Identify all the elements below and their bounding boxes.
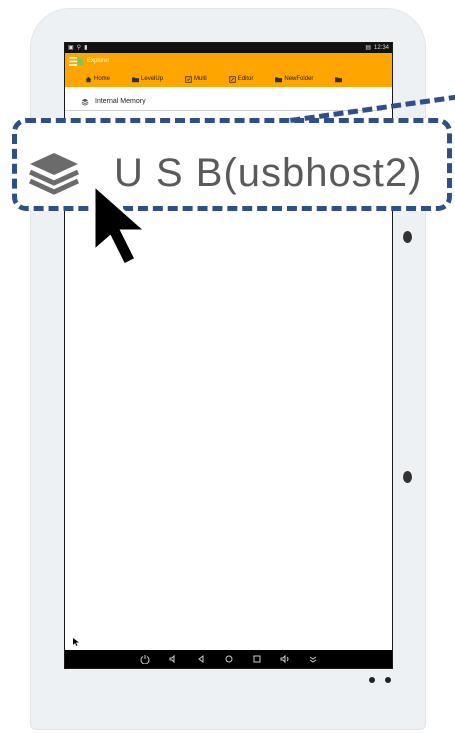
toolbar: Home LevelUp Multi Editor NewFolder: [65, 71, 392, 87]
app-title: Explorer: [87, 58, 110, 64]
new-folder-icon: [275, 76, 283, 82]
volume-down-icon[interactable]: [168, 654, 178, 664]
toolbar-editor-button[interactable]: Editor: [228, 75, 254, 83]
app-bar: Explorer: [65, 53, 392, 71]
toolbar-home-button[interactable]: Home: [85, 76, 110, 83]
folder-up-icon: [132, 76, 140, 82]
home-circle-icon[interactable]: [224, 654, 234, 664]
multi-select-icon: [185, 75, 192, 83]
sensor-dot-left: [369, 677, 375, 683]
edit-icon: [228, 75, 236, 83]
usb-storage-label: U S B(usbhost2): [114, 150, 423, 195]
signal-icon: ⚲: [76, 45, 82, 51]
toolbar-levelup-label: LevelUp: [141, 76, 164, 82]
volume-up-icon[interactable]: [280, 654, 290, 664]
home-icon: [85, 76, 92, 82]
sensor-dot-right: [385, 677, 391, 683]
side-button-bottom: [403, 471, 412, 483]
image-icon: ▣: [68, 45, 74, 51]
toolbar-overflow-button[interactable]: [335, 76, 343, 83]
zoomed-usb-item[interactable]: U S B(usbhost2): [28, 143, 422, 203]
app-menu-icon[interactable]: [69, 56, 83, 67]
toolbar-newfolder-label: NewFolder: [284, 76, 314, 82]
toolbar-home-label: Home: [94, 76, 111, 82]
side-button-top: [403, 231, 412, 243]
storage-list: Internal Memory: [65, 93, 392, 111]
list-item-label: Internal Memory: [95, 98, 146, 105]
recents-icon[interactable]: [252, 654, 262, 664]
list-item-internal-memory[interactable]: Internal Memory: [65, 93, 382, 111]
hide-bar-icon[interactable]: [308, 654, 318, 664]
wifi-icon: ▤: [365, 45, 371, 51]
power-icon[interactable]: [140, 654, 150, 664]
cursor-pointer-icon: [92, 183, 150, 267]
toolbar-multi-label: Multi: [194, 76, 207, 82]
navigation-bar: [65, 650, 392, 668]
toolbar-multi-button[interactable]: Multi: [185, 75, 207, 83]
layers-icon: [81, 98, 89, 106]
toolbar-levelup-button[interactable]: LevelUp: [132, 76, 163, 83]
toolbar-newfolder-button[interactable]: NewFolder: [275, 76, 313, 83]
folder-icon: [335, 76, 343, 82]
status-time: 12:34: [373, 45, 389, 51]
toolbar-editor-label: Editor: [237, 76, 254, 82]
back-icon[interactable]: [196, 654, 206, 664]
status-bar: ▣ ⚲ ▮ ▤ 12:34: [65, 43, 392, 53]
mouse-pointer-icon: [73, 638, 79, 646]
layers-icon: [28, 153, 80, 195]
battery-mini-icon: ▮: [84, 45, 88, 51]
